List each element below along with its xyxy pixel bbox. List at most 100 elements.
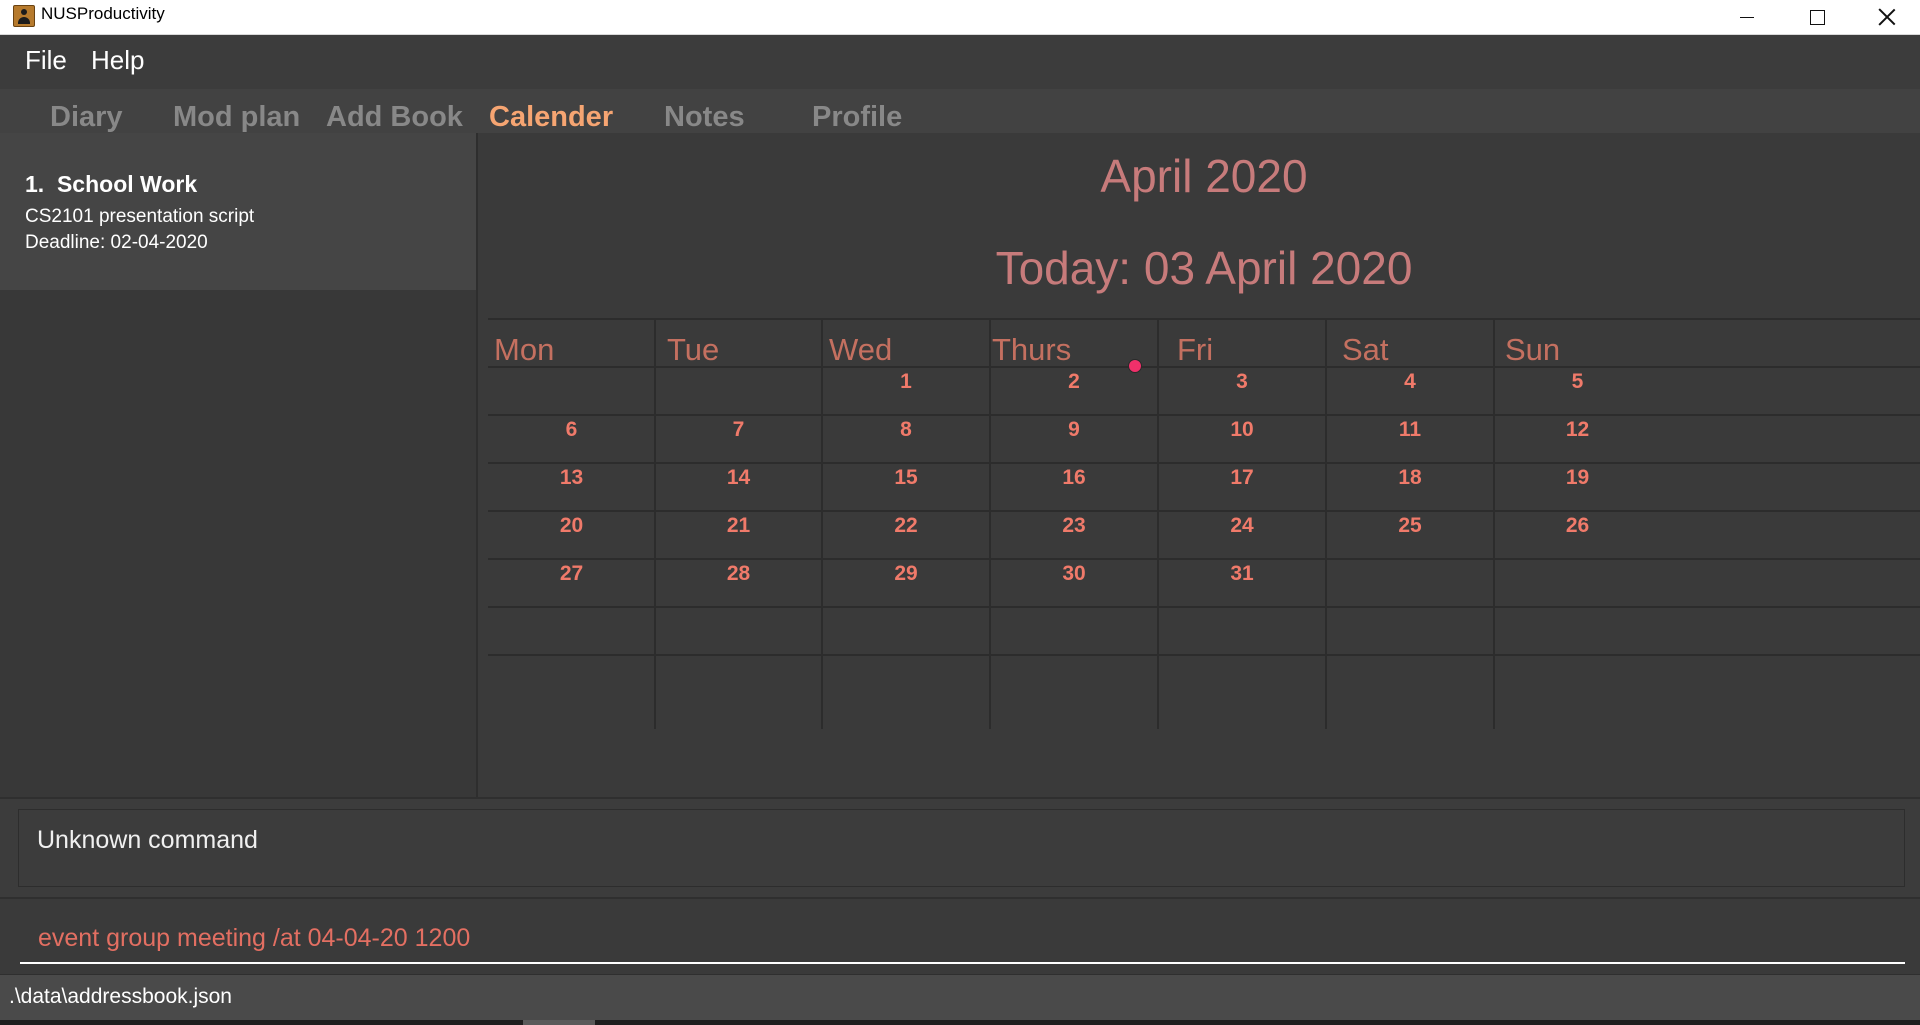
calendar-cell[interactable]: 30: [990, 559, 1158, 607]
calendar-cell[interactable]: 19: [1494, 463, 1661, 511]
calendar-cell[interactable]: 11: [1326, 415, 1494, 463]
calendar-cell[interactable]: 8: [822, 415, 990, 463]
calendar-cell[interactable]: [1158, 607, 1326, 655]
tab-notes[interactable]: Notes: [664, 101, 745, 133]
date-number: 18: [1398, 466, 1422, 489]
status-bar: .\data\addressbook.json: [0, 974, 1920, 1020]
date-number: 13: [559, 466, 584, 489]
calendar-cell[interactable]: 15: [822, 463, 990, 511]
calendar-cell[interactable]: 20: [488, 511, 655, 559]
date-number: 1: [900, 370, 912, 393]
date-number: 31: [1230, 562, 1254, 585]
calendar-cell[interactable]: 6: [488, 415, 655, 463]
bottom-scrollbar[interactable]: [0, 1020, 1920, 1025]
date-number: 19: [1565, 466, 1590, 489]
calendar-cell[interactable]: 9: [990, 415, 1158, 463]
calendar-cell[interactable]: 16: [990, 463, 1158, 511]
menu-file[interactable]: File: [25, 45, 67, 76]
calendar-panel: April 2020 Today: 03 April 2020 Mon Tue We…: [478, 133, 1920, 797]
date-number: 3: [1236, 370, 1248, 393]
calendar-cell[interactable]: 10: [1158, 415, 1326, 463]
date-number: 30: [1062, 562, 1086, 585]
date-number: 25: [1398, 514, 1422, 537]
calendar-cell[interactable]: 26: [1494, 511, 1661, 559]
calendar-cell[interactable]: 12: [1494, 415, 1661, 463]
day-name-mon: Mon: [494, 332, 555, 367]
calendar-cell[interactable]: 1: [822, 367, 990, 415]
close-button[interactable]: [1852, 0, 1920, 34]
calendar-cell[interactable]: 24: [1158, 511, 1326, 559]
calendar-cell[interactable]: 5: [1494, 367, 1661, 415]
date-number: 27: [559, 562, 584, 585]
command-input[interactable]: [20, 915, 1905, 964]
tab-calender[interactable]: Calender: [489, 101, 613, 133]
calendar-cell[interactable]: [1494, 607, 1661, 655]
day-name-wed: Wed: [829, 332, 893, 367]
calendar-cell[interactable]: 18: [1326, 463, 1494, 511]
day-name-sat: Sat: [1342, 332, 1389, 367]
list-item-title: 1. School Work: [25, 171, 197, 198]
date-number: 7: [732, 418, 745, 441]
result-box: Unknown command: [18, 809, 1905, 887]
calendar-cell[interactable]: [1326, 607, 1494, 655]
calendar-cell[interactable]: [822, 607, 990, 655]
menu-bar: File Help: [0, 35, 1920, 89]
date-number: 9: [1068, 418, 1080, 441]
calendar-cell[interactable]: [1494, 559, 1661, 607]
date-number: 8: [900, 418, 912, 441]
calendar-cell[interactable]: 27: [488, 559, 655, 607]
calendar-cell[interactable]: 31: [1158, 559, 1326, 607]
calendar-cell[interactable]: 22: [822, 511, 990, 559]
month-title: April 2020: [1100, 150, 1308, 202]
calendar-cell[interactable]: 17: [1158, 463, 1326, 511]
calendar-cell[interactable]: [655, 367, 822, 415]
title-bar: NUSProductivity: [0, 0, 1920, 35]
list-item-deadline: Deadline: 02-04-2020: [25, 232, 208, 253]
list-item[interactable]: 1. School Work CS2101 presentation scrip…: [0, 133, 476, 290]
tab-diary[interactable]: Diary: [50, 101, 123, 133]
status-path: .\data\addressbook.json: [9, 985, 232, 1008]
tab-mod-plan[interactable]: Mod plan: [173, 101, 300, 133]
maximize-button[interactable]: [1782, 0, 1852, 34]
calendar-cell[interactable]: 13: [488, 463, 655, 511]
calendar-cell[interactable]: 2: [990, 367, 1158, 415]
calendar-cell[interactable]: [1326, 559, 1494, 607]
date-number: 17: [1230, 466, 1254, 489]
calendar-cell[interactable]: 28: [655, 559, 822, 607]
date-number: 12: [1565, 418, 1590, 441]
calendar-cell[interactable]: [488, 367, 655, 415]
calendar-cell[interactable]: 23: [990, 511, 1158, 559]
calendar-cell[interactable]: 25: [1326, 511, 1494, 559]
tab-add-book[interactable]: Add Book: [326, 101, 463, 133]
list-item-description: CS2101 presentation script: [25, 206, 255, 227]
window-title: NUSProductivity: [41, 4, 165, 23]
minimize-icon: [1740, 16, 1754, 18]
date-number: 21: [726, 514, 751, 537]
calendar-cell[interactable]: 29: [822, 559, 990, 607]
date-number: 23: [1062, 514, 1086, 537]
calendar-cell[interactable]: [488, 607, 655, 655]
date-number: 16: [1062, 466, 1086, 489]
date-number: 24: [1230, 514, 1254, 537]
calendar-cell[interactable]: 14: [655, 463, 822, 511]
menu-help[interactable]: Help: [91, 45, 144, 76]
calendar-cell[interactable]: 4: [1326, 367, 1494, 415]
task-list-panel: 1. School Work CS2101 presentation scrip…: [0, 133, 478, 797]
calendar-cell[interactable]: 21: [655, 511, 822, 559]
calendar-cell[interactable]: 7: [655, 415, 822, 463]
tab-bar: Diary Mod plan Add Book Calender Notes P…: [0, 89, 1920, 133]
tab-profile[interactable]: Profile: [812, 101, 902, 133]
date-number: 28: [726, 562, 751, 585]
minimize-button[interactable]: [1712, 0, 1782, 34]
maximize-icon: [1809, 9, 1825, 25]
calendar-cell[interactable]: [990, 607, 1158, 655]
date-number: 20: [559, 514, 584, 537]
day-name-sun: Sun: [1505, 332, 1561, 367]
event-marker: [1128, 359, 1142, 373]
date-number: 14: [726, 466, 751, 489]
date-number: 6: [565, 418, 578, 441]
calendar-cell[interactable]: [655, 607, 822, 655]
scrollbar-thumb[interactable]: [523, 1020, 595, 1025]
calendar-cell[interactable]: 3: [1158, 367, 1326, 415]
day-name-thurs: Thurs: [992, 332, 1072, 367]
